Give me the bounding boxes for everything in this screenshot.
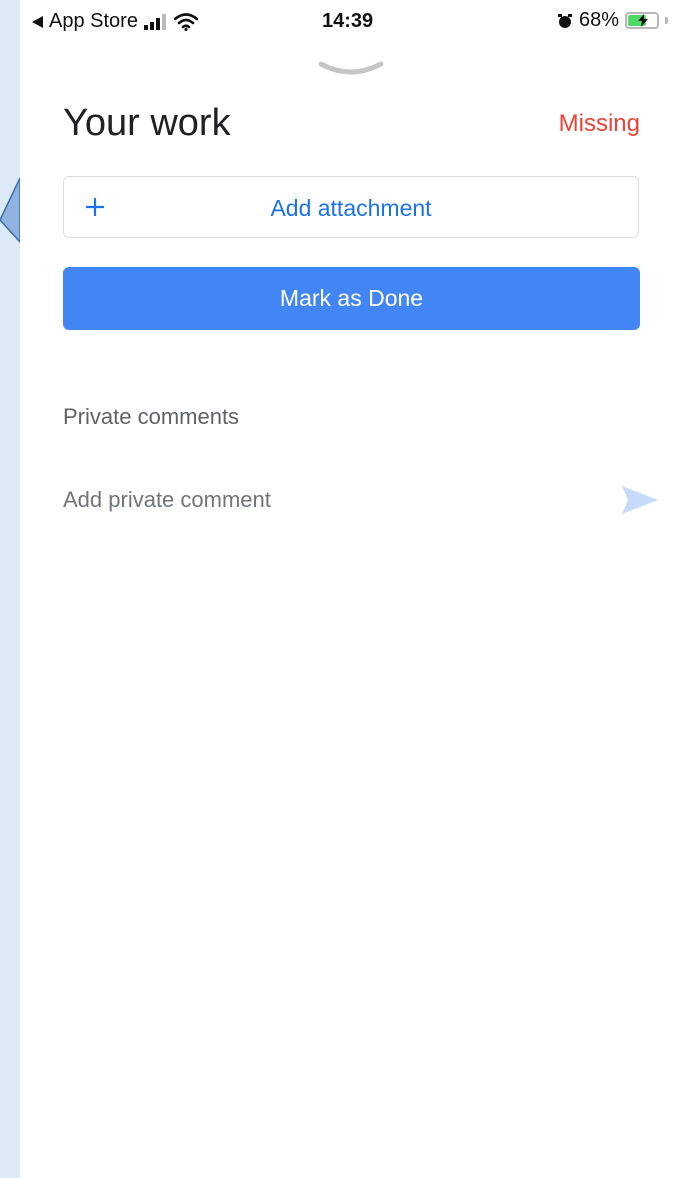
bolt-icon [638, 14, 648, 27]
private-comment-input[interactable] [63, 482, 583, 518]
back-triangle-icon [32, 15, 43, 28]
send-icon[interactable] [620, 484, 660, 516]
add-attachment-button[interactable]: Add attachment [63, 176, 639, 238]
side-arrow-shape [0, 177, 20, 244]
battery-percent: 68% [578, 9, 619, 31]
sheet-drag-handle[interactable] [316, 58, 386, 78]
add-attachment-label: Add attachment [270, 195, 432, 221]
status-badge: Missing [558, 110, 640, 137]
wifi-icon [173, 12, 198, 31]
battery-charging-icon [625, 12, 659, 29]
status-right: 68% [557, 9, 668, 32]
mark-as-done-button[interactable]: Mark as Done [63, 267, 640, 330]
status-time: 14:39 [322, 10, 374, 32]
status-bar: App Store 14:39 68% [20, 0, 682, 44]
private-comments-heading: Private comments [63, 404, 240, 429]
alarm-icon [557, 13, 572, 28]
signal-icon [143, 13, 166, 30]
back-app-label: App Store [49, 10, 138, 32]
battery-nub [665, 17, 668, 24]
page-title: Your work [63, 102, 231, 144]
phone-screen: App Store 14:39 68% Your work Missing Ad… [20, 0, 682, 1178]
back-to-app-store[interactable]: App Store [32, 10, 198, 33]
